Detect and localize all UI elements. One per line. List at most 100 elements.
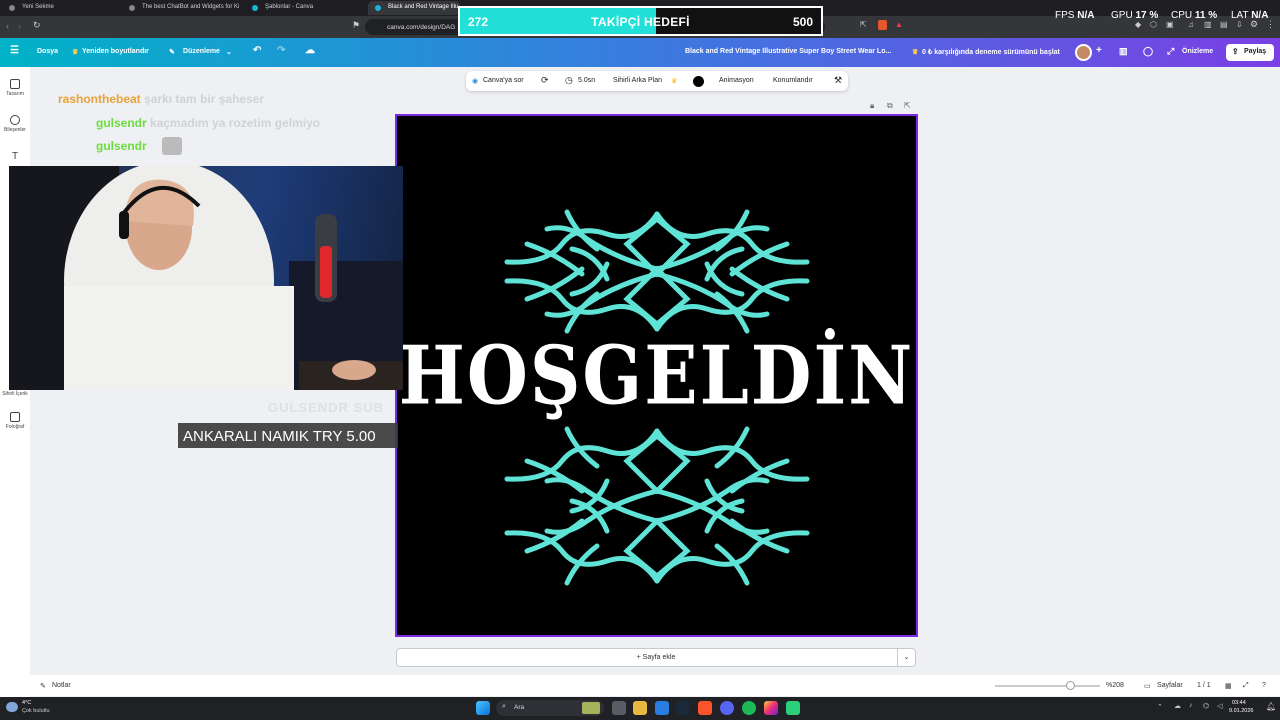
edit-mode-dropdown[interactable]: Düzenleme bbox=[183, 48, 220, 55]
search-label: Ara bbox=[514, 704, 525, 711]
animation-button[interactable]: Animasyon bbox=[719, 77, 754, 84]
help-icon[interactable]: ? bbox=[1262, 682, 1266, 689]
grid-view-icon[interactable]: ▦ bbox=[1225, 682, 1232, 690]
music-icon[interactable]: ♫ bbox=[1188, 20, 1194, 29]
lock-icon[interactable]: 🔒︎ bbox=[870, 101, 874, 111]
zoom-slider-handle[interactable] bbox=[1066, 681, 1075, 690]
bookmark-icon[interactable]: ⚑ bbox=[352, 20, 360, 31]
color-swatch[interactable] bbox=[693, 76, 704, 87]
chat-line: gulsendr bbox=[96, 137, 182, 155]
back-icon[interactable]: ‹ bbox=[6, 21, 9, 31]
resize-button[interactable]: Yeniden boyutlandır bbox=[82, 48, 149, 55]
sparkle-icon: ◉ bbox=[472, 78, 479, 85]
windows-start-icon[interactable] bbox=[476, 701, 490, 715]
notification-icon[interactable]: 🔔︎ bbox=[1266, 702, 1276, 711]
duplicate-icon[interactable]: ⧉ bbox=[887, 101, 893, 111]
insights-icon[interactable]: ▥ bbox=[1119, 46, 1128, 57]
extension-icon[interactable]: ◆ bbox=[1135, 20, 1141, 29]
hamburger-menu-icon[interactable]: ☰ bbox=[10, 45, 19, 56]
rotate-icon[interactable]: ⟳ bbox=[541, 75, 549, 86]
preview-button[interactable]: Önizleme bbox=[1182, 48, 1213, 55]
chevron-down-icon[interactable]: ⌄ bbox=[226, 48, 232, 56]
instagram-icon[interactable] bbox=[764, 701, 778, 715]
tray-chevron-icon[interactable]: ⌃ bbox=[1157, 703, 1163, 711]
crown-icon: ♛ bbox=[671, 78, 678, 85]
duration-button[interactable]: 5.0sn bbox=[578, 77, 595, 84]
document-title[interactable]: Black and Red Vintage Illustrative Super… bbox=[685, 48, 891, 55]
share-button[interactable]: ⇪ Paylaş bbox=[1226, 44, 1274, 61]
file-menu[interactable]: Dosya bbox=[37, 48, 58, 55]
obs-icon[interactable] bbox=[786, 701, 800, 715]
browser-tab-active[interactable]: Black and Red Vintage Illu bbox=[368, 1, 460, 15]
pages-button[interactable]: Sayfalar bbox=[1157, 682, 1183, 689]
spotify-icon[interactable] bbox=[742, 701, 756, 715]
fps-stat: FPS N/A bbox=[1055, 10, 1094, 21]
zoom-slider[interactable] bbox=[995, 685, 1100, 687]
cloud-save-icon[interactable]: ☁ bbox=[305, 45, 315, 56]
file-explorer-icon[interactable] bbox=[633, 701, 647, 715]
browser-tab[interactable]: Şablonlar - Canva bbox=[245, 1, 365, 15]
chat-line: rashonthebeat şarkı tam bir şaheser bbox=[58, 92, 264, 106]
goal-target: 500 bbox=[792, 15, 813, 29]
tab-favicon-icon bbox=[375, 5, 381, 11]
add-page-button[interactable]: + Sayfa ekle ⌄ bbox=[396, 648, 916, 667]
brave-shield-icon[interactable] bbox=[878, 20, 887, 30]
chevron-down-icon[interactable]: ⌄ bbox=[897, 649, 915, 666]
stat-value: 11 % bbox=[1194, 10, 1218, 21]
cloud-icon[interactable]: ☁ bbox=[1174, 702, 1181, 710]
comment-icon[interactable]: ◯ bbox=[1143, 46, 1153, 57]
canva-header: ☰ Dosya ♛ Yeniden boyutlandır ✎ Düzenlem… bbox=[0, 38, 1280, 67]
taskbar-search[interactable]: ⌕ Ara bbox=[496, 700, 604, 716]
clock-time[interactable]: 03:44 bbox=[1232, 700, 1246, 706]
add-collaborator-icon[interactable]: + bbox=[1096, 45, 1102, 56]
tribal-ornament-top bbox=[504, 209, 810, 334]
search-highlight-icon bbox=[582, 702, 600, 714]
undo-icon[interactable]: ↶ bbox=[253, 45, 261, 56]
extension-icon[interactable]: ▣ bbox=[1166, 20, 1174, 29]
sidebar-item-magic[interactable]: Sihirli İçerik bbox=[0, 391, 30, 397]
context-toolbar: ◉ Canva'ya sor ⟳ ◷ 5.0sn Sihirli Arka Pl… bbox=[466, 71, 848, 91]
steam-icon[interactable] bbox=[676, 701, 690, 715]
sidebar-item-text[interactable]: T bbox=[0, 151, 30, 162]
browser-tab[interactable]: The best ChatBot and Widgets for Ki bbox=[122, 1, 242, 15]
design-page[interactable]: HOŞGELDİN bbox=[395, 114, 918, 637]
ask-canva-button[interactable]: Canva'ya sor bbox=[483, 77, 524, 84]
share-page-icon[interactable]: ⇱ bbox=[860, 20, 867, 29]
latency-stat: LAT N/A bbox=[1231, 10, 1268, 21]
avatar[interactable] bbox=[1075, 44, 1092, 61]
network-icon[interactable]: ⌬ bbox=[1203, 702, 1209, 710]
notes-button[interactable]: Notlar bbox=[52, 682, 71, 689]
fullscreen-icon[interactable]: ⤢ bbox=[1243, 682, 1249, 690]
rewards-icon[interactable]: ▲ bbox=[895, 20, 903, 29]
welcome-heading[interactable]: HOŞGELDİN bbox=[397, 328, 916, 423]
sidebar-item-elements[interactable]: Bileşenler bbox=[0, 115, 30, 133]
sidebar-item-photos[interactable]: Fotoğraf bbox=[0, 412, 30, 430]
paint-format-icon[interactable]: ⚒ bbox=[834, 75, 842, 86]
tab-favicon-icon bbox=[9, 5, 15, 11]
brave-icon[interactable] bbox=[698, 701, 712, 715]
downloads-icon[interactable]: ⇩ bbox=[1236, 20, 1243, 29]
add-page-icon[interactable]: ⇱ bbox=[904, 101, 911, 110]
reload-icon[interactable]: ↻ bbox=[33, 20, 41, 31]
magic-background-button[interactable]: Sihirli Arka Plan bbox=[613, 77, 662, 84]
crown-icon: ♛ bbox=[72, 49, 79, 56]
mail-icon[interactable] bbox=[655, 701, 669, 715]
task-view-icon[interactable] bbox=[612, 701, 626, 715]
sidebar-item-design[interactable]: Tasarım bbox=[0, 79, 30, 97]
discord-icon[interactable] bbox=[720, 701, 734, 715]
redo-icon[interactable]: ↷ bbox=[277, 45, 285, 56]
chat-message: şarkı tam bir şaheser bbox=[144, 92, 265, 106]
start-trial-button[interactable]: 0 ₺ karşılığında deneme sürümünü başlat bbox=[922, 48, 1060, 56]
stat-label: GPU bbox=[1111, 10, 1133, 21]
position-button[interactable]: Konumlandır bbox=[773, 77, 813, 84]
wallet-icon[interactable]: ▤ bbox=[1220, 20, 1228, 29]
forward-icon[interactable]: › bbox=[18, 21, 21, 31]
microphone-icon[interactable]: ♪ bbox=[1189, 702, 1193, 709]
volume-icon[interactable]: ◁ bbox=[1217, 702, 1222, 710]
sidebar-toggle-icon[interactable]: ▥ bbox=[1204, 20, 1212, 29]
fullscreen-icon[interactable]: ⤢ bbox=[1167, 46, 1174, 57]
clock-date[interactable]: 9.01.2026 bbox=[1229, 708, 1253, 714]
zoom-level[interactable]: %208 bbox=[1106, 682, 1124, 689]
extension-icon[interactable]: ⬡ bbox=[1150, 20, 1157, 29]
browser-tab[interactable]: Yeni Sekme bbox=[2, 1, 112, 15]
